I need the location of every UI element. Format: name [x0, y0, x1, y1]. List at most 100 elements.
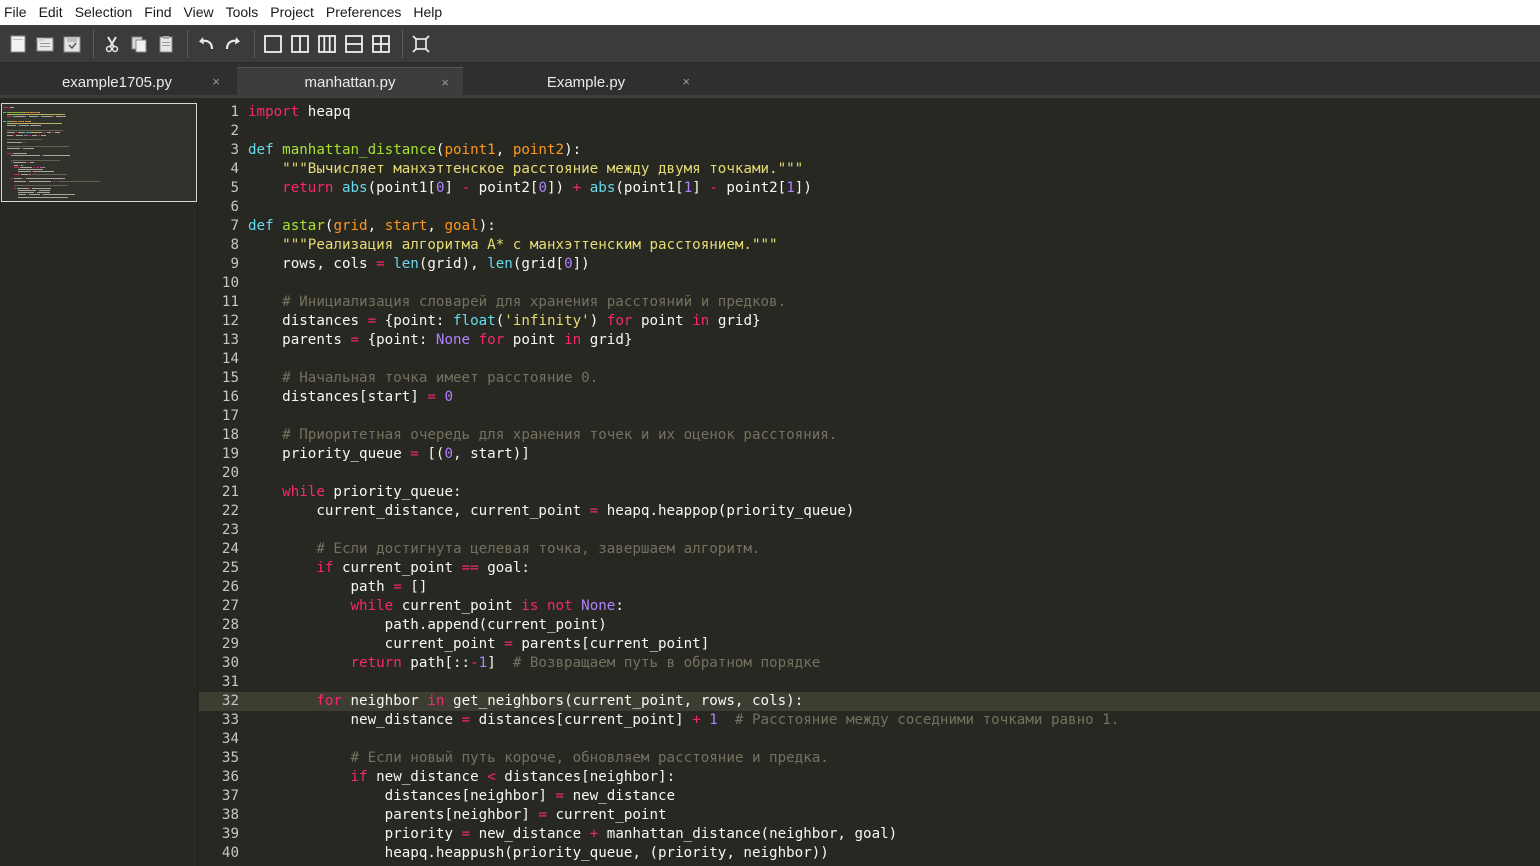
- tab-example[interactable]: Example.py ×: [468, 67, 704, 97]
- code-line[interactable]: 25 if current_point == goal:: [199, 559, 1540, 578]
- redo-icon[interactable]: [219, 30, 246, 58]
- minimap-mark: [42, 132, 46, 134]
- minimap-mark: [18, 189, 37, 191]
- save-file-icon[interactable]: [58, 30, 85, 58]
- code-editor[interactable]: 1 import heapq 2 3 def manhattan_distance(po…: [199, 98, 1540, 866]
- close-tab-icon[interactable]: ×: [682, 67, 690, 97]
- minimap-mark: [3, 111, 6, 113]
- layout-single-icon[interactable]: [259, 30, 286, 58]
- code-line[interactable]: 21 while priority_queue:: [199, 483, 1540, 502]
- minimap[interactable]: [0, 98, 198, 866]
- fullscreen-icon[interactable]: [407, 30, 434, 58]
- menu-view[interactable]: View: [178, 0, 220, 25]
- code-line[interactable]: 24 # Если достигнута целевая точка, заве…: [199, 540, 1540, 559]
- code-line[interactable]: 16 distances[start] = 0: [199, 388, 1540, 407]
- tab-example1705[interactable]: example1705.py ×: [0, 67, 234, 97]
- minimap-mark: [16, 132, 18, 134]
- minimap-mark: [32, 173, 67, 175]
- code-line[interactable]: 7 def astar(grid, start, goal):: [199, 217, 1540, 236]
- code-line[interactable]: 30 return path[::-1] # Возвращаем путь в…: [199, 654, 1540, 673]
- layout-two-rows-icon[interactable]: [340, 30, 367, 58]
- code-line[interactable]: 13 parents = {point: None for point in g…: [199, 331, 1540, 350]
- line-number: 36: [221, 769, 239, 785]
- minimap-mark: [6, 123, 62, 125]
- copy-icon[interactable]: [125, 30, 152, 58]
- menu-find[interactable]: Find: [138, 0, 177, 25]
- code-line[interactable]: 15 # Начальная точка имеет расстояние 0.: [199, 369, 1540, 388]
- code-line[interactable]: 19 priority_queue = [(0, start)]: [199, 445, 1540, 464]
- minimap-mark: [46, 132, 52, 134]
- line-number: 1: [230, 104, 239, 120]
- layout-tools: [259, 29, 394, 59]
- code-line[interactable]: 23: [199, 521, 1540, 540]
- menu-help[interactable]: Help: [407, 0, 448, 25]
- code-line[interactable]: 17: [199, 407, 1540, 426]
- layout-two-columns-icon[interactable]: [286, 30, 313, 58]
- tab-manhattan[interactable]: manhattan.py ×: [237, 67, 463, 97]
- line-code: new_distance = distances[current_point] …: [248, 712, 1120, 728]
- code-line[interactable]: 6: [199, 198, 1540, 217]
- minimap-mark: [17, 125, 19, 127]
- minimap-mark: [42, 155, 71, 157]
- minimap-mark: [18, 196, 68, 198]
- code-line[interactable]: 10: [199, 274, 1540, 293]
- code-line[interactable]: 9 rows, cols = len(grid), len(grid[0]): [199, 255, 1540, 274]
- code-line[interactable]: 32 for neighbor in get_neighbors(current…: [199, 692, 1540, 711]
- minimap-mark: [6, 116, 13, 118]
- code-line[interactable]: 2: [199, 122, 1540, 141]
- code-line[interactable]: 33 new_distance = distances[current_poin…: [199, 711, 1540, 730]
- open-file-icon[interactable]: [31, 30, 58, 58]
- code-line[interactable]: 20: [199, 464, 1540, 483]
- undo-icon[interactable]: [192, 30, 219, 58]
- minimap-mark: [6, 113, 65, 115]
- line-number: 6: [230, 199, 239, 215]
- code-line[interactable]: 26 path = []: [199, 578, 1540, 597]
- new-file-icon[interactable]: [4, 30, 31, 58]
- menu-edit[interactable]: Edit: [33, 0, 69, 25]
- code-line[interactable]: 4 """Вычисляет манхэттенское расстояние …: [199, 160, 1540, 179]
- minimap-mark: [14, 178, 22, 180]
- code-line[interactable]: 5 return abs(point1[0] - point2[0]) + ab…: [199, 179, 1540, 198]
- code-line[interactable]: 8 """Реализация алгоритма A* с манхэттен…: [199, 236, 1540, 255]
- menu-selection[interactable]: Selection: [69, 0, 139, 25]
- code-line[interactable]: 31: [199, 673, 1540, 692]
- close-tab-icon[interactable]: ×: [441, 68, 449, 98]
- code-line[interactable]: 39 priority = new_distance + manhattan_d…: [199, 825, 1540, 844]
- minimap-mark: [31, 132, 41, 134]
- code-line[interactable]: 1 import heapq: [199, 103, 1540, 122]
- line-number: 20: [221, 465, 239, 481]
- code-line[interactable]: 34: [199, 730, 1540, 749]
- layout-grid-icon[interactable]: [367, 30, 394, 58]
- close-tab-icon[interactable]: ×: [212, 67, 220, 97]
- cut-icon[interactable]: [98, 30, 125, 58]
- paste-icon[interactable]: [152, 30, 179, 58]
- code-line[interactable]: 36 if new_distance < distances[neighbor]…: [199, 768, 1540, 787]
- code-line[interactable]: 14: [199, 350, 1540, 369]
- code-line[interactable]: 22 current_distance, current_point = hea…: [199, 502, 1540, 521]
- minimap-mark: [20, 166, 33, 168]
- code-line[interactable]: 37 distances[neighbor] = new_distance: [199, 787, 1540, 806]
- layout-three-columns-icon[interactable]: [313, 30, 340, 58]
- code-line[interactable]: 35 # Если новый путь короче, обновляем р…: [199, 749, 1540, 768]
- menu-file[interactable]: File: [0, 0, 33, 25]
- line-code: if new_distance < distances[neighbor]:: [350, 769, 676, 785]
- minimap-mark: [21, 173, 28, 175]
- code-line[interactable]: 28 path.append(current_point): [199, 616, 1540, 635]
- menu-project[interactable]: Project: [264, 0, 320, 25]
- code-line[interactable]: 11 # Инициализация словарей для хранения…: [199, 293, 1540, 312]
- minimap-mark: [57, 180, 100, 182]
- code-line[interactable]: 3 def manhattan_distance(point1, point2):: [199, 141, 1540, 160]
- code-line[interactable]: 12 distances = {point: float('infinity')…: [199, 312, 1540, 331]
- menu-tools[interactable]: Tools: [220, 0, 265, 25]
- menu-preferences[interactable]: Preferences: [320, 0, 407, 25]
- code-line[interactable]: 38 parents[neighbor] = current_point: [199, 806, 1540, 825]
- line-code: path.append(current_point): [248, 617, 607, 633]
- code-line[interactable]: 18 # Приоритетная очередь для хранения т…: [199, 426, 1540, 445]
- minimap-mark: [22, 125, 29, 127]
- minimap-mark: [36, 116, 39, 118]
- code-line[interactable]: 27 while current_point is not None:: [199, 597, 1540, 616]
- code-line[interactable]: 40 heapq.heappush(priority_queue, (prior…: [199, 844, 1540, 863]
- line-number: 11: [221, 294, 239, 310]
- minimap-mark: [17, 187, 29, 189]
- code-line[interactable]: 29 current_point = parents[current_point…: [199, 635, 1540, 654]
